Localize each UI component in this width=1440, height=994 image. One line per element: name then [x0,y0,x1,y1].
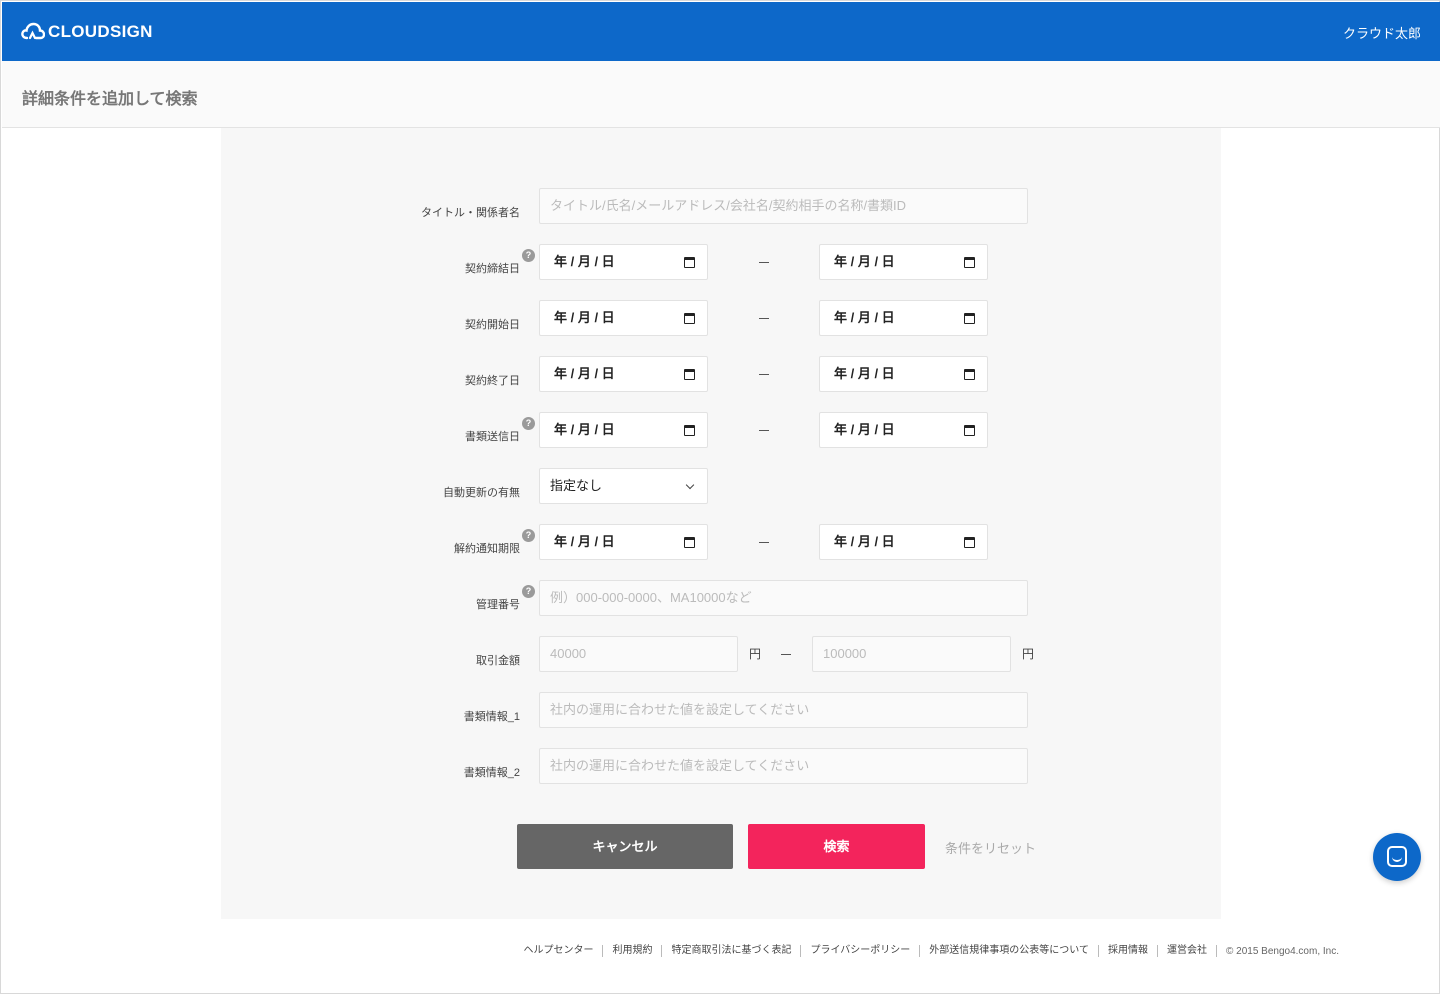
doc-info-2-input[interactable]: 社内の運用に合わせた値を設定してください [539,748,1028,784]
date-placeholder: 年 / 月 / 日 [834,310,895,325]
calendar-icon[interactable] [684,313,695,324]
footer-link-company[interactable]: 運営会社 [1158,945,1217,957]
cloud-logo-icon [21,22,45,40]
range-dash [759,374,769,375]
auto-renew-value: 指定なし [550,478,603,493]
cloudsign-logo[interactable]: CLOUDSIGN [21,22,153,42]
title-search-input[interactable]: タイトル/氏名/メールアドレス/会社名/契約相手の名称/書類ID [539,188,1028,224]
calendar-icon[interactable] [684,537,695,548]
start-date-label: 契約開始日 [465,319,520,331]
sent-date-from[interactable]: 年 / 月 / 日 [539,412,708,448]
range-dash [759,430,769,431]
page-title: 詳細条件を追加して検索 [22,91,198,108]
title-field-label: タイトル・関係者名 [421,207,520,219]
amount-max-input[interactable]: 100000 [812,636,1011,672]
end-date-to[interactable]: 年 / 月 / 日 [819,356,988,392]
calendar-icon[interactable] [964,425,975,436]
range-dash [759,262,769,263]
amount-max-unit: 円 [1022,647,1035,661]
amount-min-unit: 円 [749,647,762,661]
start-date-to[interactable]: 年 / 月 / 日 [819,300,988,336]
date-placeholder: 年 / 月 / 日 [554,422,615,437]
calendar-icon[interactable] [684,257,695,268]
sent-date-to[interactable]: 年 / 月 / 日 [819,412,988,448]
date-placeholder: 年 / 月 / 日 [554,534,615,549]
logo-text: CLOUDSIGN [48,22,153,41]
auto-renew-label: 自動更新の有無 [443,487,520,499]
cancel-notice-label: 解約通知期限 [454,543,520,555]
date-placeholder: 年 / 月 / 日 [554,366,615,381]
range-dash [781,654,791,655]
footer: ヘルプセンター 利用規約 特定商取引法に基づく表記 プライバシーポリシー 外部送… [514,945,1339,957]
start-date-from[interactable]: 年 / 月 / 日 [539,300,708,336]
cancel-notice-help-icon[interactable]: ? [522,529,535,542]
amount-min-input[interactable]: 40000 [539,636,738,672]
app-window: CLOUDSIGN クラウド太郎 詳細条件を追加して検索 タイトル・関係者名 タ… [0,0,1440,994]
management-no-help-icon[interactable]: ? [522,585,535,598]
doc-info-1-label: 書類情報_1 [463,711,520,723]
auto-renew-select[interactable]: 指定なし [539,468,708,504]
sent-date-help-icon[interactable]: ? [522,417,535,430]
contract-date-help-icon[interactable]: ? [522,249,535,262]
date-placeholder: 年 / 月 / 日 [834,534,895,549]
user-menu[interactable]: クラウド太郎 [1343,23,1421,42]
end-date-from[interactable]: 年 / 月 / 日 [539,356,708,392]
footer-link-careers[interactable]: 採用情報 [1099,945,1158,957]
cancel-notice-from[interactable]: 年 / 月 / 日 [539,524,708,560]
reset-conditions-link[interactable]: 条件をリセット [945,838,1036,857]
cancel-notice-to[interactable]: 年 / 月 / 日 [819,524,988,560]
contract-date-to[interactable]: 年 / 月 / 日 [819,244,988,280]
calendar-icon[interactable] [684,425,695,436]
date-placeholder: 年 / 月 / 日 [834,422,895,437]
calendar-icon[interactable] [964,369,975,380]
copyright: © 2015 Bengo4.com, Inc. [1226,945,1339,957]
chevron-down-icon [685,480,695,490]
sent-date-label: 書類送信日 [465,431,520,443]
title-bar: 詳細条件を追加して検索 [2,61,1440,128]
management-no-input[interactable]: 例）000-000-0000、MA10000など [539,580,1028,616]
top-header: CLOUDSIGN クラウド太郎 [2,2,1440,61]
footer-link-terms[interactable]: 利用規約 [603,945,663,957]
date-placeholder: 年 / 月 / 日 [834,366,895,381]
amount-label: 取引金額 [476,655,520,667]
date-placeholder: 年 / 月 / 日 [554,254,615,269]
date-placeholder: 年 / 月 / 日 [554,310,615,325]
end-date-label: 契約終了日 [465,375,520,387]
doc-info-1-input[interactable]: 社内の運用に合わせた値を設定してください [539,692,1028,728]
date-placeholder: 年 / 月 / 日 [834,254,895,269]
doc-info-2-label: 書類情報_2 [463,767,520,779]
calendar-icon[interactable] [964,257,975,268]
management-no-label: 管理番号 [476,599,520,611]
calendar-icon[interactable] [964,537,975,548]
calendar-icon[interactable] [684,369,695,380]
footer-link-help[interactable]: ヘルプセンター [514,945,604,957]
range-dash [759,318,769,319]
search-button[interactable]: 検索 [748,824,925,869]
chat-launcher-button[interactable] [1373,833,1421,881]
footer-link-privacy[interactable]: プライバシーポリシー [801,945,921,957]
search-form-panel [221,128,1221,919]
footer-link-external-transmission[interactable]: 外部送信規律事項の公表等について [920,945,1099,957]
calendar-icon[interactable] [964,313,975,324]
range-dash [759,542,769,543]
contract-date-from[interactable]: 年 / 月 / 日 [539,244,708,280]
chat-icon [1387,846,1407,867]
contract-date-label: 契約締結日 [465,263,520,275]
cancel-button[interactable]: キャンセル [517,824,733,869]
footer-link-tokushoho[interactable]: 特定商取引法に基づく表記 [662,945,802,957]
